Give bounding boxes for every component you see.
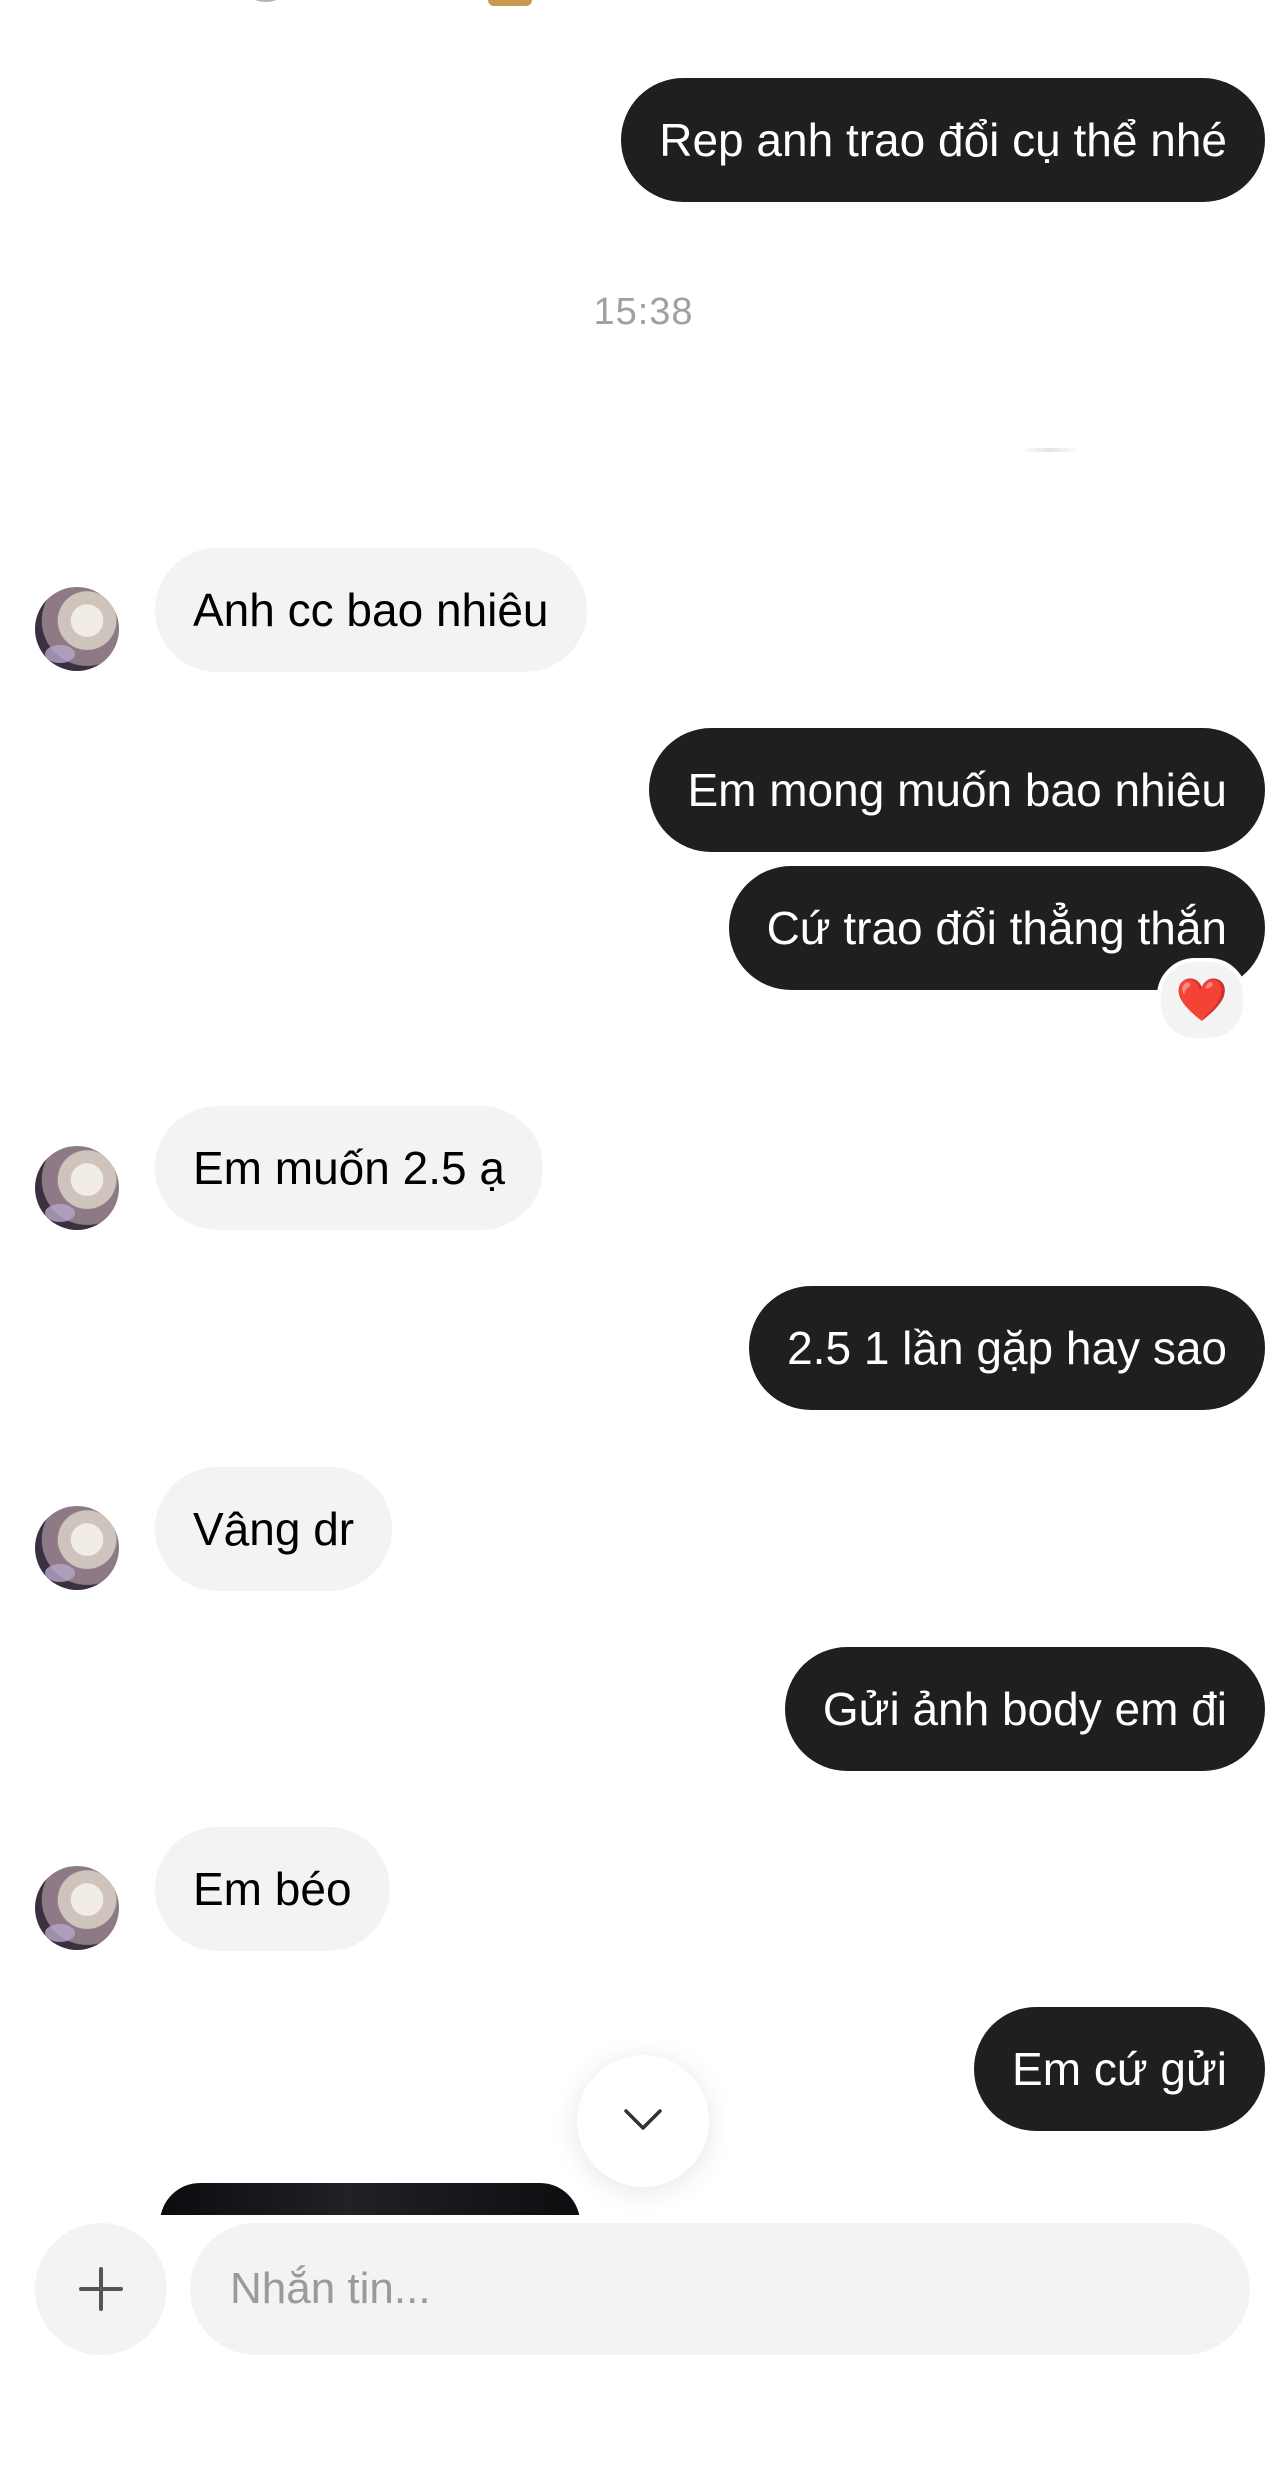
avatar-partial	[236, 0, 296, 2]
heart-reaction-icon[interactable]: ❤️	[1157, 958, 1247, 1042]
scroll-to-bottom-button[interactable]	[577, 2055, 709, 2187]
message-input[interactable]	[190, 2223, 1250, 2355]
message-outgoing[interactable]: Gửi ảnh body em đi	[784, 1647, 1265, 1771]
avatar[interactable]	[35, 587, 119, 671]
message-outgoing[interactable]: Em mong muốn bao nhiêu	[649, 728, 1265, 852]
avatar[interactable]	[35, 1146, 119, 1230]
message-incoming[interactable]: Anh cc bao nhiêu	[155, 548, 587, 672]
chevron-down-icon	[624, 2109, 662, 2130]
avatar[interactable]	[35, 1866, 119, 1950]
add-attachment-button[interactable]	[35, 2223, 167, 2355]
divider	[1020, 448, 1080, 452]
timestamp: 15:38	[593, 291, 694, 333]
image-message[interactable]	[160, 2183, 580, 2215]
message-outgoing[interactable]: Em cứ gửi	[974, 2007, 1265, 2131]
message-outgoing[interactable]: 2.5 1 lần gặp hay sao	[749, 1286, 1265, 1410]
message-incoming[interactable]: Em muốn 2.5 ạ	[155, 1106, 543, 1230]
message-incoming[interactable]: Vâng dr	[155, 1467, 393, 1591]
message-composer	[0, 2215, 1287, 2487]
emoji-partial	[488, 0, 532, 6]
plus-icon	[79, 2267, 123, 2311]
message-thread: Rep anh trao đổi cụ thể nhé 15:38 Anh cc…	[0, 0, 1287, 2215]
avatar[interactable]	[35, 1506, 119, 1590]
message-incoming[interactable]: Em béo	[155, 1827, 390, 1951]
message-outgoing[interactable]: Rep anh trao đổi cụ thể nhé	[621, 78, 1265, 202]
